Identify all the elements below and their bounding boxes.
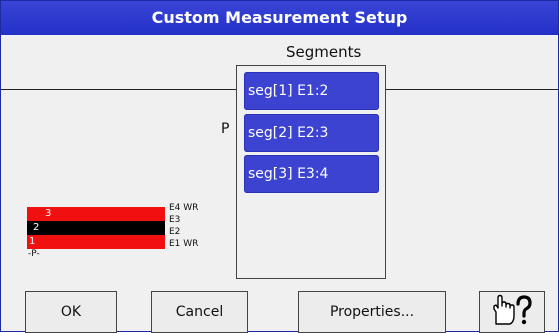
- band-number-3: 3: [45, 208, 52, 219]
- band-3: 3: [27, 207, 165, 221]
- electrode-label-e3: E3: [169, 215, 181, 225]
- band-number-1: 1: [29, 236, 36, 247]
- p-label: P: [221, 121, 230, 137]
- segment-button-2[interactable]: seg[2] E2:3: [244, 114, 379, 152]
- electrode-label-e4: E4 WR: [169, 203, 199, 213]
- band-number-2: 2: [33, 222, 40, 233]
- electrode-label-e1: E1 WR: [169, 239, 199, 249]
- electrode-label-e2: E2: [169, 227, 181, 237]
- ok-button[interactable]: OK: [25, 291, 117, 333]
- p-marker: -P-: [28, 249, 40, 259]
- segment-button-3[interactable]: seg[3] E3:4: [244, 155, 379, 193]
- band-2: 2: [27, 221, 165, 235]
- pointing-hand-question-icon: [493, 294, 532, 325]
- electrode-diagram: 3 2 1: [27, 207, 165, 249]
- segment-button-1[interactable]: seg[1] E1:2: [244, 72, 379, 110]
- window-title: Custom Measurement Setup: [151, 8, 408, 27]
- properties-button[interactable]: Properties...: [298, 291, 446, 333]
- cancel-button[interactable]: Cancel: [151, 291, 248, 333]
- title-bar: Custom Measurement Setup: [1, 1, 558, 35]
- help-button[interactable]: [479, 291, 545, 333]
- segments-heading: Segments: [286, 43, 362, 61]
- dialog-window: Custom Measurement Setup Segments seg[1]…: [0, 0, 559, 333]
- band-1: 1: [27, 235, 165, 249]
